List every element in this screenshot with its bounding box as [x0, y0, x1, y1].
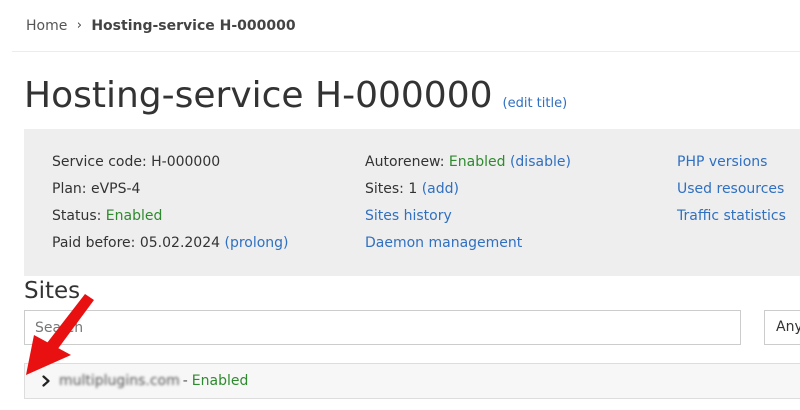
- sites-heading: Sites: [24, 278, 81, 304]
- traffic-statistics-row: Traffic statistics: [677, 203, 786, 230]
- paid-before-label: Paid before:: [52, 235, 136, 251]
- breadcrumb-separator-icon: ›: [76, 18, 82, 33]
- prolong-link[interactable]: (prolong): [224, 235, 288, 251]
- info-column-2: Autorenew: Enabled (disable) Sites: 1 (a…: [365, 149, 571, 257]
- sites-history-row: Sites history: [365, 203, 571, 230]
- info-column-3: PHP versions Used resources Traffic stat…: [677, 149, 786, 230]
- daemon-management-link[interactable]: Daemon management: [365, 235, 522, 251]
- site-separator: -: [182, 373, 188, 389]
- service-code-row: Service code: H-000000: [52, 149, 289, 176]
- service-info-panel: Service code: H-000000 Plan: eVPS-4 Stat…: [24, 129, 800, 276]
- page-title-block: Hosting-service H-000000 (edit title): [24, 72, 567, 120]
- info-column-1: Service code: H-000000 Plan: eVPS-4 Stat…: [52, 149, 289, 257]
- breadcrumb: Home › Hosting-service H-000000: [26, 16, 296, 36]
- autorenew-row: Autorenew: Enabled (disable): [365, 149, 571, 176]
- service-code-value: H-000000: [151, 154, 221, 170]
- status-value: Enabled: [105, 208, 163, 224]
- php-versions-link[interactable]: PHP versions: [677, 154, 767, 170]
- sites-search-input[interactable]: [24, 310, 741, 345]
- traffic-statistics-link[interactable]: Traffic statistics: [677, 208, 786, 224]
- expand-chevron-icon[interactable]: [39, 375, 53, 387]
- paid-before-row: Paid before: 05.02.2024 (prolong): [52, 230, 289, 257]
- plan-row: Plan: eVPS-4: [52, 176, 289, 203]
- plan-label: Plan:: [52, 181, 87, 197]
- sites-history-link[interactable]: Sites history: [365, 208, 452, 224]
- add-site-link[interactable]: (add): [422, 181, 459, 197]
- edit-title-link[interactable]: (edit title): [503, 96, 568, 111]
- sites-count-label: Sites:: [365, 181, 404, 197]
- daemon-management-row: Daemon management: [365, 230, 571, 257]
- sites-count-row: Sites: 1 (add): [365, 176, 571, 203]
- autorenew-value: Enabled: [448, 154, 506, 170]
- status-row: Status: Enabled: [52, 203, 289, 230]
- site-list-item[interactable]: multiplugins.com - Enabled: [24, 363, 800, 399]
- used-resources-row: Used resources: [677, 176, 786, 203]
- used-resources-link[interactable]: Used resources: [677, 181, 784, 197]
- service-code-label: Service code:: [52, 154, 147, 170]
- breadcrumb-current: Hosting-service H-000000: [91, 18, 296, 34]
- sites-count-value: 1: [408, 181, 418, 197]
- breadcrumb-home-link[interactable]: Home: [26, 16, 67, 36]
- sites-filter-select[interactable]: Any: [764, 310, 800, 345]
- paid-before-value: 05.02.2024: [139, 235, 221, 251]
- site-domain[interactable]: multiplugins.com: [59, 373, 180, 389]
- php-versions-row: PHP versions: [677, 149, 786, 176]
- autorenew-label: Autorenew:: [365, 154, 445, 170]
- disable-autorenew-link[interactable]: (disable): [510, 154, 571, 170]
- status-label: Status:: [52, 208, 102, 224]
- plan-value: eVPS-4: [90, 181, 141, 197]
- page-title: Hosting-service H-000000: [24, 75, 493, 116]
- site-status: Enabled: [191, 373, 249, 389]
- header-divider: [12, 51, 800, 52]
